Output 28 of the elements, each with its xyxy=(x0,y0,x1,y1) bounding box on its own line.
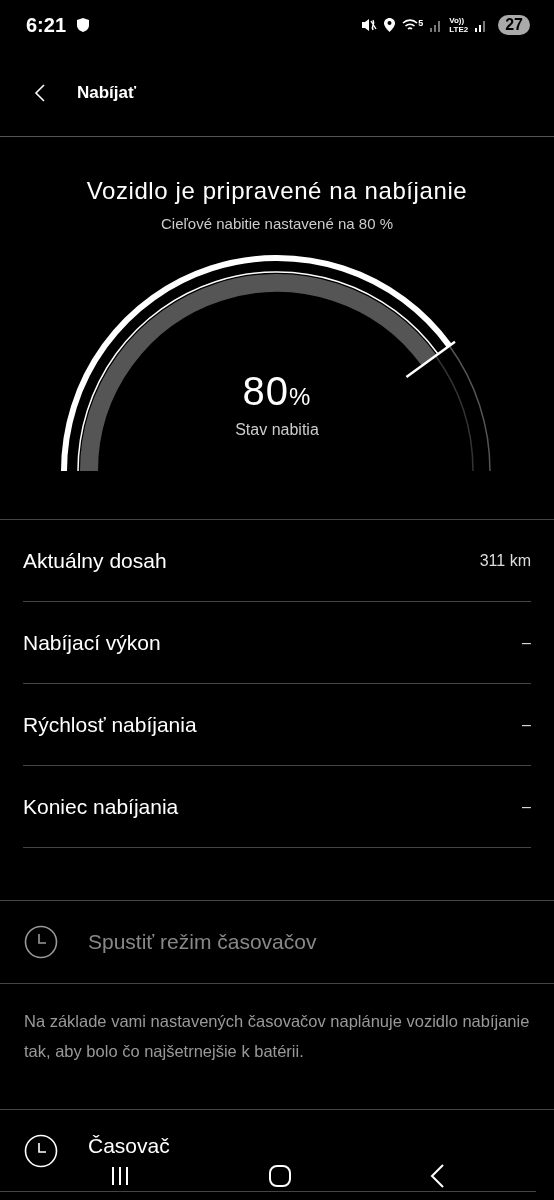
timer-description: Na základe vami nastavených časovačov naplánuje vozidlo nabíjanie tak, aby bolo čo najšetrnejšie k batérii. xyxy=(0,984,554,1110)
status-heading: Vozidlo je pripravené na nabíjanie xyxy=(86,177,468,205)
shield-icon xyxy=(76,17,91,33)
stat-label: Nabíjací výkon xyxy=(23,630,161,655)
timer-item[interactable]: Časovač xyxy=(0,1110,536,1192)
home-button[interactable] xyxy=(266,1162,294,1190)
status-time: 6:21 xyxy=(26,13,67,37)
charge-label: Stav nabitia xyxy=(235,421,319,439)
network-label: Vo)) LTE2 xyxy=(449,16,469,34)
stat-label: Aktuálny dosah xyxy=(23,548,167,573)
stat-value: – xyxy=(522,797,531,816)
back-icon xyxy=(429,1163,446,1189)
stat-label: Rýchlosť nabíjania xyxy=(23,712,197,737)
clock-icon xyxy=(24,1134,58,1168)
target-tick xyxy=(405,340,456,378)
battery-indicator: 27 xyxy=(498,15,530,35)
clock-icon xyxy=(24,925,58,959)
mute-icon xyxy=(361,17,378,33)
location-icon xyxy=(383,17,397,33)
back-icon xyxy=(34,84,46,102)
stat-value: – xyxy=(522,715,531,734)
target-charge-text: Cieľové nabitie nastavené na 80 % xyxy=(161,215,393,232)
home-icon xyxy=(268,1164,292,1188)
charge-percent: 80% xyxy=(242,369,312,415)
stat-value: 311 km xyxy=(479,551,531,570)
stat-value: – xyxy=(522,633,531,652)
stat-label: Koniec nabíjania xyxy=(23,794,179,819)
page-title: Nabíjať xyxy=(77,83,137,103)
